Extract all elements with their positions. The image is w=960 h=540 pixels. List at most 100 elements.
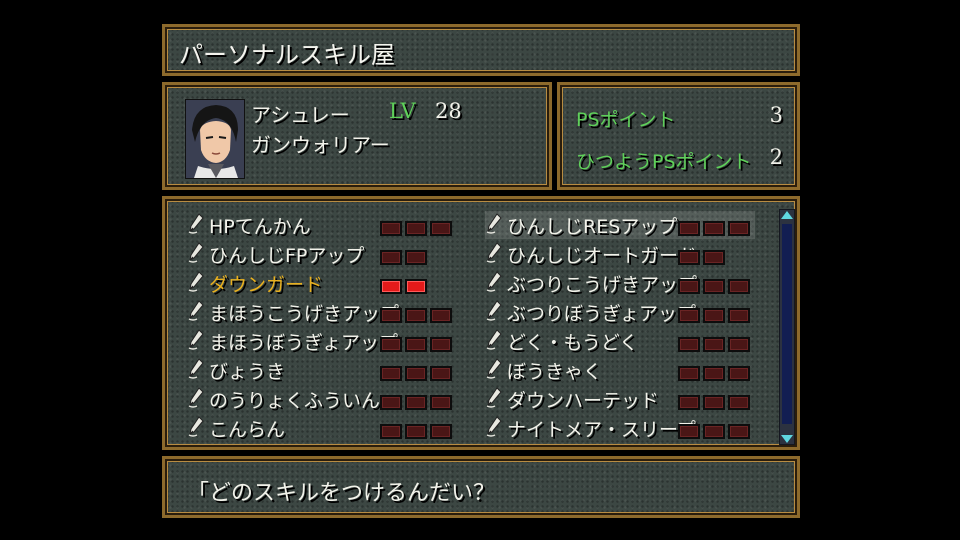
skill-cost-slots bbox=[380, 308, 452, 323]
required-ps-label: ひつようPSポイント bbox=[576, 151, 752, 173]
pen-icon bbox=[187, 357, 209, 383]
skill-cost-slots bbox=[678, 221, 750, 236]
cost-slot bbox=[703, 337, 725, 352]
character-portrait bbox=[185, 99, 245, 179]
skill-row[interactable]: ダウンガード bbox=[187, 269, 323, 297]
scrollbar[interactable] bbox=[779, 209, 795, 445]
pen-icon bbox=[485, 270, 507, 296]
ps-points-panel: PSポイント 3 ひつようPSポイント 2 bbox=[557, 82, 800, 190]
skill-row[interactable]: HPてんかん bbox=[187, 211, 311, 239]
level-label: LV bbox=[389, 99, 416, 123]
pen-icon bbox=[485, 415, 507, 441]
skill-name: まほうぼうぎょアップ bbox=[209, 331, 399, 354]
cost-slot bbox=[405, 308, 427, 323]
cost-slot bbox=[405, 250, 427, 265]
skill-name: ナイトメア・スリープ bbox=[507, 418, 696, 441]
cost-slot bbox=[678, 279, 700, 294]
cost-slot bbox=[380, 424, 402, 439]
cost-slot bbox=[405, 366, 427, 381]
cost-slot bbox=[380, 395, 402, 410]
skill-cost-slots bbox=[678, 366, 750, 381]
skill-name: ひんしじオートガード bbox=[507, 244, 698, 267]
skill-row[interactable]: ひんしじオートガード bbox=[485, 240, 697, 268]
cost-slot bbox=[380, 221, 402, 236]
cost-slot bbox=[703, 250, 725, 265]
skill-name: まほうこうげきアップ bbox=[209, 302, 400, 325]
pen-icon bbox=[187, 386, 209, 412]
cost-slot bbox=[678, 221, 700, 236]
cost-slot bbox=[678, 337, 700, 352]
skill-cost-slots bbox=[380, 279, 427, 294]
ps-points-value: 3 bbox=[769, 103, 783, 127]
pen-icon bbox=[485, 328, 507, 354]
cost-slot bbox=[430, 395, 452, 410]
cost-slot bbox=[703, 366, 725, 381]
shop-title: パーソナルスキル屋 bbox=[179, 41, 395, 69]
cost-slot bbox=[405, 424, 427, 439]
skill-row[interactable]: ぶつりこうげきアップ bbox=[485, 269, 697, 297]
cost-slot bbox=[678, 250, 700, 265]
cost-slot bbox=[405, 395, 427, 410]
cost-slot bbox=[380, 366, 402, 381]
skill-name: どく・もうどく bbox=[507, 331, 639, 354]
character-name: アシュレー bbox=[251, 103, 350, 127]
skill-cost-slots bbox=[380, 366, 452, 381]
cost-slot bbox=[703, 221, 725, 236]
cost-slot bbox=[728, 221, 750, 236]
pen-icon bbox=[485, 212, 507, 238]
cost-slot bbox=[678, 308, 700, 323]
scroll-thumb[interactable] bbox=[782, 224, 792, 424]
cost-slot bbox=[728, 279, 750, 294]
cost-slot bbox=[380, 279, 402, 294]
skill-row[interactable]: まほうぼうぎょアップ bbox=[187, 327, 398, 355]
triangle-down-icon[interactable] bbox=[781, 435, 793, 443]
skill-row[interactable]: ダウンハーテッド bbox=[485, 385, 659, 413]
skill-row[interactable]: ぶつりぼうぎょアップ bbox=[485, 298, 696, 326]
message-panel: 「どのスキルをつけるんだい？ bbox=[162, 456, 800, 518]
cost-slot bbox=[678, 395, 700, 410]
level-value: 28 bbox=[435, 99, 462, 123]
skill-cost-slots bbox=[678, 250, 725, 265]
cost-slot bbox=[703, 395, 725, 410]
skill-name: びょうき bbox=[209, 360, 286, 383]
pen-icon bbox=[485, 299, 507, 325]
cost-slot bbox=[380, 308, 402, 323]
cost-slot bbox=[380, 250, 402, 265]
skill-name: ダウンガード bbox=[209, 273, 324, 296]
cost-slot bbox=[405, 221, 427, 236]
skill-row[interactable]: ナイトメア・スリープ bbox=[485, 414, 696, 442]
cost-slot bbox=[703, 424, 725, 439]
cost-slot bbox=[728, 366, 750, 381]
skill-row[interactable]: のうりょくふういん bbox=[187, 385, 380, 413]
cost-slot bbox=[728, 424, 750, 439]
skill-row[interactable]: こんらん bbox=[187, 414, 285, 442]
skill-row[interactable]: びょうき bbox=[187, 356, 285, 384]
skill-cost-slots bbox=[678, 337, 750, 352]
skill-cost-slots bbox=[678, 424, 750, 439]
skill-name: ひんしじRESアップ bbox=[507, 215, 678, 238]
cost-slot bbox=[728, 337, 750, 352]
pen-icon bbox=[187, 212, 209, 238]
cost-slot bbox=[703, 279, 725, 294]
skill-cost-slots bbox=[678, 279, 750, 294]
cost-slot bbox=[728, 308, 750, 323]
pen-icon bbox=[485, 241, 507, 267]
skill-cost-slots bbox=[380, 221, 452, 236]
character-panel: アシュレー ガンウォリアー LV 28 bbox=[162, 82, 552, 190]
skill-row[interactable]: まほうこうげきアップ bbox=[187, 298, 399, 326]
cost-slot bbox=[678, 366, 700, 381]
skill-cost-slots bbox=[678, 308, 750, 323]
skill-row[interactable]: どく・もうどく bbox=[485, 327, 638, 355]
triangle-up-icon[interactable] bbox=[781, 211, 793, 219]
ps-points-label: PSポイント bbox=[576, 109, 676, 131]
skill-cost-slots bbox=[380, 250, 427, 265]
pen-icon bbox=[187, 270, 209, 296]
cost-slot bbox=[728, 395, 750, 410]
cost-slot bbox=[380, 337, 402, 352]
pen-icon bbox=[187, 241, 209, 267]
skill-name: のうりょくふういん bbox=[209, 389, 381, 412]
character-class: ガンウォリアー bbox=[251, 133, 390, 157]
skill-row[interactable]: ひんしじFPアップ bbox=[187, 240, 364, 268]
skill-row[interactable]: ぼうきゃく bbox=[485, 356, 602, 384]
cost-slot bbox=[430, 366, 452, 381]
